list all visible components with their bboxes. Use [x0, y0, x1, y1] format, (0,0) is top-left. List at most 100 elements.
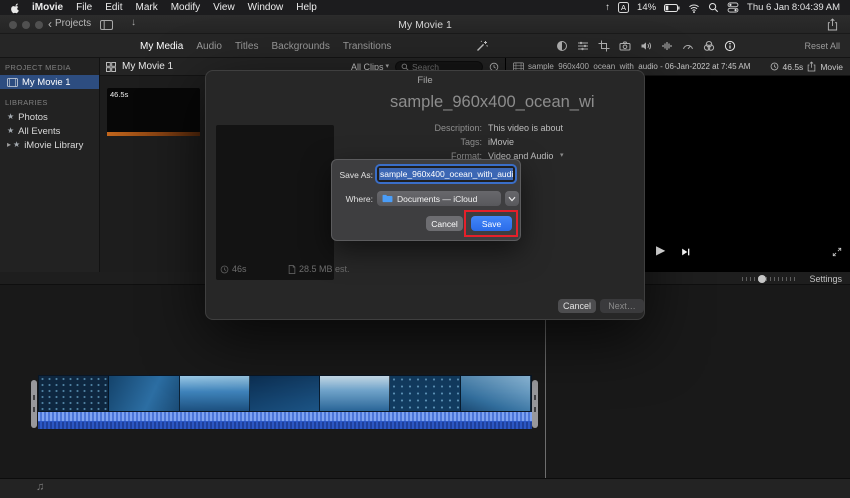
share-button[interactable] — [827, 18, 838, 31]
stabilization-button[interactable] — [619, 40, 631, 52]
zoom-slider[interactable] — [742, 274, 798, 283]
sidebar-item-label: Photos — [18, 111, 48, 123]
sidebar-item-my-movie-1[interactable]: My Movie 1 — [0, 75, 99, 89]
export-dialog-title: File — [417, 75, 433, 86]
export-duration-info: 46s — [220, 264, 247, 274]
spotlight-search-icon[interactable] — [708, 2, 719, 13]
trim-handle-right[interactable] — [532, 380, 538, 428]
export-next-button[interactable]: Next… — [600, 299, 644, 313]
menu-item-imovie[interactable]: iMovie — [32, 2, 63, 13]
where-value: Documents — iCloud — [397, 193, 478, 204]
menu-item-edit[interactable]: Edit — [105, 2, 122, 13]
tab-transitions[interactable]: Transitions — [343, 41, 392, 52]
menu-bar-clock[interactable]: Thu 6 Jan 8:04:39 AM — [747, 2, 840, 13]
menu-item-window[interactable]: Window — [248, 2, 284, 13]
browser-title: My Movie 1 — [122, 61, 174, 72]
menu-item-view[interactable]: View — [213, 2, 235, 13]
apple-icon — [11, 3, 19, 13]
reset-all-button[interactable]: Reset All — [804, 41, 840, 51]
effects-filter-button[interactable] — [703, 40, 715, 52]
sidebar-item-imovie-library[interactable]: ▸ ★ iMovie Library — [0, 138, 99, 152]
tab-my-media[interactable]: My Media — [140, 41, 183, 52]
window-title-bar: ‹ Projects ↓ My Movie 1 — [0, 15, 850, 34]
music-notes-icon: ♫ — [36, 481, 45, 493]
clip-frame — [320, 376, 391, 411]
menu-item-help[interactable]: Help — [296, 2, 317, 13]
star-icon: ★ — [7, 112, 15, 121]
save-sheet: Save As: sample_960x400_ocean_with_audi … — [331, 159, 521, 241]
save-as-label: Save As: — [339, 170, 373, 180]
fullscreen-button[interactable] — [832, 247, 842, 257]
window-title: My Movie 1 — [398, 19, 452, 31]
music-well: ♫ — [0, 478, 850, 498]
sheet-save-button[interactable]: Save — [471, 216, 512, 231]
export-display-name: sample_960x400_ocean_wi — [390, 93, 595, 111]
battery-icon[interactable] — [664, 3, 680, 12]
clip-duration-badge: 46.5s — [110, 90, 129, 99]
grid-view-icon[interactable] — [106, 61, 116, 72]
clip-thumbnail[interactable]: 46.5s — [107, 88, 200, 136]
crop-button[interactable] — [598, 40, 610, 52]
menu-item-file[interactable]: File — [76, 2, 92, 13]
clip-frame — [460, 376, 531, 411]
trim-handle-left[interactable] — [31, 380, 37, 428]
tags-value[interactable]: iMovie — [488, 137, 514, 147]
control-center-icon[interactable] — [727, 2, 739, 13]
clip-filmstrip — [38, 375, 532, 412]
sidebar-item-label: My Movie 1 — [22, 76, 71, 88]
next-frame-button[interactable] — [680, 247, 691, 257]
clip-frame — [39, 376, 110, 411]
upload-status-icon[interactable]: ↑ — [605, 3, 610, 13]
tab-audio[interactable]: Audio — [196, 41, 222, 52]
tab-titles[interactable]: Titles — [235, 41, 259, 52]
sheet-cancel-button[interactable]: Cancel — [426, 216, 463, 231]
menu-bar: iMovie File Edit Mark Modify View Window… — [0, 0, 850, 15]
menu-item-modify[interactable]: Modify — [171, 2, 200, 13]
mini-file-icon — [288, 264, 296, 274]
input-source-icon[interactable]: A — [618, 2, 630, 13]
apple-menu[interactable] — [10, 2, 21, 14]
star-icon: ★ — [7, 126, 15, 135]
tab-backgrounds[interactable]: Backgrounds — [271, 41, 329, 52]
sidebar-item-photos[interactable]: ★ Photos — [0, 110, 99, 124]
sidebar-item-label: iMovie Library — [24, 139, 84, 151]
menu-item-mark[interactable]: Mark — [135, 2, 157, 13]
sidebar: PROJECT MEDIA My Movie 1 LIBRARIES ★ Pho… — [0, 58, 100, 272]
sidebar-item-all-events[interactable]: ★ All Events — [0, 124, 99, 138]
settings-button[interactable]: Settings — [809, 274, 842, 284]
format-chevron-icon[interactable]: ▾ — [560, 152, 564, 159]
clip-frame — [249, 376, 321, 411]
clip-frame — [179, 376, 250, 411]
where-label: Where: — [345, 194, 373, 204]
adjustment-bar — [556, 40, 736, 52]
audio-waveform — [38, 412, 532, 429]
volume-button[interactable] — [640, 40, 652, 52]
noise-reduction-button[interactable] — [661, 40, 673, 52]
description-value[interactable]: This video is about — [488, 123, 563, 133]
clip-frame — [390, 376, 461, 411]
save-as-field[interactable]: sample_960x400_ocean_with_audi — [377, 166, 515, 182]
description-label: Description: — [434, 123, 482, 133]
clip-info-button[interactable] — [724, 40, 736, 52]
clip-thumbnail-strip — [107, 132, 200, 136]
timeline-clip[interactable] — [31, 375, 538, 429]
color-correction-button[interactable] — [577, 40, 589, 52]
export-cancel-button[interactable]: Cancel — [558, 299, 596, 313]
zoom-slider-knob[interactable] — [758, 274, 766, 283]
export-dialog: File sample_960x400_ocean_wi Description… — [205, 70, 645, 320]
color-balance-button[interactable] — [556, 40, 568, 52]
where-dropdown[interactable]: Documents — iCloud — [377, 191, 501, 206]
viewer-media-type: Movie — [820, 61, 843, 72]
export-size-info: 28.5 MB est. — [288, 264, 350, 274]
export-duration-text: 46s — [232, 264, 247, 274]
wifi-icon[interactable] — [688, 3, 700, 13]
disclosure-right-icon[interactable]: ▸ — [7, 141, 11, 149]
media-tabs: My Media Audio Titles Backgrounds Transi… — [140, 34, 391, 58]
expand-sheet-button[interactable] — [505, 191, 519, 206]
enhance-wand-icon[interactable] — [476, 40, 488, 52]
export-meta-row: 46s 28.5 MB est. — [206, 264, 644, 276]
speed-button[interactable] — [682, 40, 694, 52]
viewer-duration: 46.5s — [782, 61, 804, 72]
play-button[interactable]: ▶ — [656, 244, 665, 256]
star-icon: ★ — [13, 140, 21, 149]
